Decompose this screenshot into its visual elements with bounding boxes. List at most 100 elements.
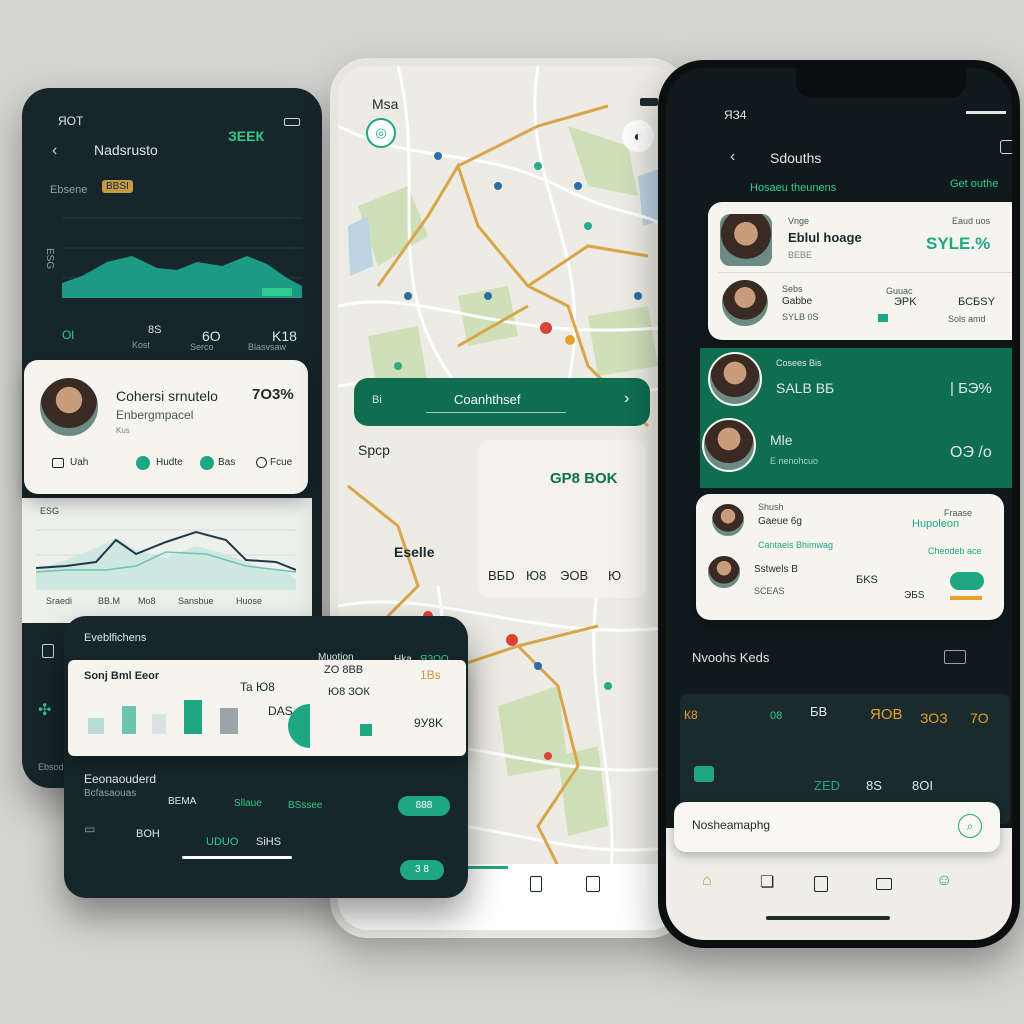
row3-sub: E nenohcuo <box>770 456 819 466</box>
notch <box>796 68 966 98</box>
right-phone: ЯЗ4 ‹ Sdouths Hosaeu theunens Get outhe … <box>658 60 1020 948</box>
stat-1: 8S <box>148 324 162 336</box>
search-underline <box>426 412 566 413</box>
bottom-item-0: BOH <box>136 828 160 840</box>
row1-top: Sebs <box>782 284 803 294</box>
card-divider <box>718 272 1012 273</box>
line-tag: ESG <box>40 506 60 516</box>
tab-doc-icon[interactable] <box>814 876 828 892</box>
bar-value-2: Ta Ю8 <box>240 680 275 694</box>
chat-icon[interactable] <box>52 458 64 468</box>
compass-button[interactable]: ◐ <box>622 120 654 152</box>
row4-name: Gaeue 6g <box>758 516 802 527</box>
back-icon[interactable]: ‹ <box>730 148 735 166</box>
bottom-search[interactable]: Nosheamaphg ⌕ <box>674 802 1000 852</box>
action-0[interactable]: Uah <box>70 457 88 468</box>
row5-pill[interactable] <box>950 572 984 590</box>
battery-icon <box>640 98 658 106</box>
nav-square-icon[interactable] <box>42 644 54 658</box>
y-axis-tick: ESG <box>44 248 55 270</box>
row1-mid-top: Guuac <box>886 286 913 296</box>
row1-name: Gabbe <box>782 296 813 307</box>
contact-avatar-2 <box>708 352 762 406</box>
chart-label: Ebsene <box>50 184 88 196</box>
profile-value: 7О3% <box>252 386 294 403</box>
row0-name: Eblul hoage <box>788 230 862 245</box>
search-icon[interactable]: ⌕ <box>958 814 982 838</box>
contact-card-top[interactable]: Vnge Eblul hoage ВЕВЕ Eaud uos SYLЕ.% Se… <box>708 202 1012 340</box>
tab-folder-icon[interactable] <box>586 876 600 892</box>
row5-name: Sstwels B <box>754 564 798 575</box>
leaf-icon[interactable]: ✣ <box>38 700 51 720</box>
action-dot-2 <box>200 456 214 470</box>
grid-sub-0: ZED <box>814 778 840 793</box>
footer-sub: Bcfasaouas <box>84 788 137 799</box>
tab-wallet-icon[interactable] <box>876 878 892 890</box>
tabbar: ⌂ ❏ ☺ <box>666 868 1012 904</box>
locate-button[interactable]: ◎ <box>366 118 396 148</box>
map-pin-a <box>540 322 552 334</box>
profile-subtitle: Enbergmpacel <box>116 408 194 422</box>
screen-subtitle-right[interactable]: Get outhe <box>950 178 998 190</box>
bar-value-3: 1Bs <box>420 668 441 682</box>
search-left-icon: Bi <box>372 394 382 406</box>
chevron-right-icon[interactable]: › <box>624 390 629 408</box>
row4-right-top: Fraase <box>944 508 973 518</box>
grid-5: 7О <box>970 710 989 726</box>
grid-pill[interactable] <box>694 766 714 782</box>
row4-meta: Cheodeb ace <box>928 546 982 556</box>
line-chart-panel: Sraedi BB.M Mo8 Sansbue Huose ESG <box>22 498 312 623</box>
tab-chat-icon[interactable]: ❏ <box>760 872 774 892</box>
bar-value-1: Ю8 ЗОК <box>328 686 370 698</box>
contact-avatar-0 <box>718 212 774 268</box>
action-3[interactable]: Fcue <box>270 457 292 468</box>
row5-flag <box>950 596 982 600</box>
stat-label-2: Blasvsaw <box>248 342 287 352</box>
row4-sub: Cantaeis Bhimwag <box>758 540 834 550</box>
row2-name: SALB ВБ <box>776 380 835 396</box>
bar-chart-title: Sonj Bml Eeor <box>84 670 160 682</box>
grid-sub-2: 8OI <box>912 778 933 793</box>
action-2[interactable]: Bas <box>218 457 235 468</box>
profile-card[interactable]: Cohersi srnutelo Enbergmpacel Kus 7О3% U… <box>24 360 308 494</box>
bottom-search-input[interactable]: Nosheamaphg <box>692 818 770 832</box>
screen-subtitle: Hosaeu theunens <box>750 182 837 194</box>
bar-chart-card[interactable]: Sonj Bml Eeor ZO 8BB Ю8 ЗОК Ta Ю8 1Bs DA… <box>68 660 466 756</box>
bottom-item-2: SiHS <box>256 836 282 848</box>
profile-name: Cohersi srnutelo <box>116 388 218 404</box>
map-search-bar[interactable]: Bi Coanhthsef › <box>354 378 650 426</box>
row0-value: SYLЕ.% <box>926 234 991 253</box>
screen-title: Sdouths <box>770 150 822 166</box>
menu-icon[interactable] <box>1000 140 1012 154</box>
action-1[interactable]: Hudte <box>156 457 183 468</box>
grid-sub-1: 8S <box>866 778 882 793</box>
signal-icon <box>966 104 1006 114</box>
footer-item-0: BEMA <box>168 796 197 807</box>
contact-card-bottom[interactable]: Shush Gaeue 6g Cantaeis Bhimwag Fraase H… <box>696 494 1004 620</box>
row0-sub: ВЕВЕ <box>788 250 813 260</box>
map-info-card[interactable]: GP8 BOK ВБD Ю8 ЭОВ Ю <box>478 440 646 598</box>
bottom-icon[interactable]: ▭ <box>84 822 95 836</box>
card-value-2: ЭОВ <box>560 568 589 583</box>
row1-right: БСБSY <box>958 296 995 308</box>
tab-list-icon[interactable] <box>530 876 542 892</box>
card-label: Eselle <box>394 544 435 560</box>
search-input[interactable]: Coanhthsef <box>454 392 521 407</box>
back-icon[interactable]: ‹ <box>52 142 57 160</box>
footer-item-2: BSssee <box>288 800 323 811</box>
action-dot-1 <box>136 456 150 470</box>
tab-home-icon[interactable]: ⌂ <box>702 872 712 890</box>
row4-top: Shush <box>758 502 784 512</box>
row1-badge <box>878 314 888 322</box>
section-icon[interactable] <box>944 650 966 664</box>
contact-avatar-1 <box>720 278 770 328</box>
tab-profile-icon[interactable]: ☺ <box>936 872 952 890</box>
header-badge: ЗЕЕК <box>228 128 264 144</box>
row0-top: Vnge <box>788 216 810 226</box>
axis-2: Mo8 <box>138 596 156 606</box>
axis-3: Sansbue <box>178 596 214 606</box>
footer-pill-a[interactable]: 888 <box>398 796 450 816</box>
bar-card-panel: Eveblfichens Muotion Hka ЯЗОО Sonj Bml E… <box>64 616 468 898</box>
footer-pill-b[interactable]: 3 8 <box>400 860 444 880</box>
area-chart <box>62 217 302 298</box>
